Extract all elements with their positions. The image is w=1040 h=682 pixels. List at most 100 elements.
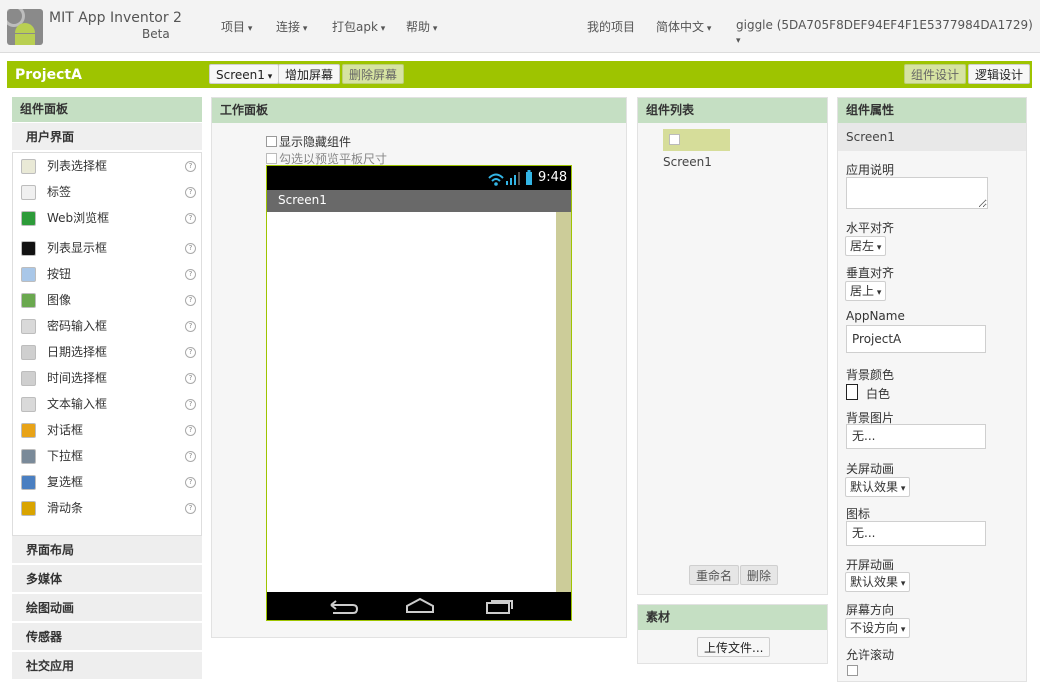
palette-item-label: 下拉框 bbox=[47, 449, 84, 463]
palette-item[interactable]: 列表选择框? bbox=[13, 155, 201, 177]
help-icon[interactable]: ? bbox=[185, 399, 196, 410]
palette-item-label: 密码输入框 bbox=[47, 319, 108, 333]
help-icon[interactable]: ? bbox=[185, 425, 196, 436]
time-picker-icon bbox=[21, 371, 36, 386]
icon-label: 图标 bbox=[846, 507, 871, 521]
my-projects-link[interactable]: 我的项目 bbox=[587, 18, 635, 35]
rename-button[interactable]: 重命名 bbox=[689, 565, 740, 585]
palette-item[interactable]: 按钮? bbox=[13, 263, 201, 285]
close-animation-dropdown[interactable]: 默认效果 bbox=[845, 477, 911, 497]
password-textbox-icon bbox=[21, 319, 36, 334]
help-icon[interactable]: ? bbox=[185, 451, 196, 462]
help-icon[interactable]: ? bbox=[185, 213, 196, 224]
show-hidden-label: 显示隐藏组件 bbox=[279, 135, 352, 149]
align-horizontal-dropdown[interactable]: 居左 bbox=[845, 236, 887, 256]
palette-component-list: 列表选择框? 标签? Web浏览框? 列表显示框? 按钮? 图像? 密码输入框? 日期选择框?… bbox=[12, 152, 202, 536]
help-icon[interactable]: ? bbox=[185, 373, 196, 384]
palette-item[interactable]: 文本输入框? bbox=[13, 393, 201, 415]
checkbox-icon bbox=[21, 475, 36, 490]
palette-item[interactable]: Web浏览框? bbox=[13, 207, 201, 229]
add-screen-button[interactable]: 增加屏幕 bbox=[278, 64, 341, 84]
palette-item-label: 日期选择框 bbox=[47, 345, 108, 359]
app-inventor-logo-icon[interactable] bbox=[7, 9, 43, 45]
palette-item-label: 列表选择框 bbox=[47, 159, 108, 173]
palette-category-media[interactable]: 多媒体 bbox=[12, 565, 202, 593]
help-icon[interactable]: ? bbox=[185, 503, 196, 514]
help-icon[interactable]: ? bbox=[185, 187, 196, 198]
upload-file-button[interactable]: 上传文件... bbox=[697, 637, 771, 657]
menu-project[interactable]: 项目 bbox=[221, 18, 252, 35]
palette-item[interactable]: 复选框? bbox=[13, 471, 201, 493]
media-title: 素材 bbox=[638, 605, 827, 630]
phone-screen-title: Screen1 bbox=[278, 193, 327, 207]
palette-item-label: 滑动条 bbox=[47, 501, 84, 515]
palette-item-label: 标签 bbox=[47, 185, 72, 199]
help-icon[interactable]: ? bbox=[185, 161, 196, 172]
palette-item[interactable]: 对话框? bbox=[13, 419, 201, 441]
component-tree-screen1[interactable]: Screen1 bbox=[663, 129, 730, 169]
screen-orientation-dropdown[interactable]: 不设方向 bbox=[845, 618, 911, 638]
image-icon bbox=[21, 293, 36, 308]
tree-node-icon bbox=[669, 134, 680, 145]
phone-scrollbar[interactable] bbox=[556, 212, 571, 592]
tree-node-label: Screen1 bbox=[663, 155, 712, 169]
designer-button[interactable]: 组件设计 bbox=[904, 64, 967, 84]
palette-item[interactable]: 时间选择框? bbox=[13, 367, 201, 389]
background-color-label: 背景颜色 bbox=[846, 368, 895, 382]
palette-category-sensors[interactable]: 传感器 bbox=[12, 623, 202, 651]
show-hidden-checkbox-row[interactable]: 显示隐藏组件 bbox=[266, 133, 351, 150]
menu-build[interactable]: 打包apk bbox=[332, 18, 385, 35]
slider-icon bbox=[21, 501, 36, 516]
about-textarea[interactable] bbox=[846, 177, 988, 209]
remove-screen-button[interactable]: 删除屏幕 bbox=[342, 64, 405, 84]
button-icon bbox=[21, 267, 36, 282]
palette-item[interactable]: 下拉框? bbox=[13, 445, 201, 467]
palette-item[interactable]: 日期选择框? bbox=[13, 341, 201, 363]
palette-item-label: 复选框 bbox=[47, 475, 84, 489]
menu-help[interactable]: 帮助 bbox=[406, 18, 437, 35]
phone-mock-screen[interactable]: 9:48 Screen1 bbox=[266, 165, 572, 621]
help-icon[interactable]: ? bbox=[185, 347, 196, 358]
help-icon[interactable]: ? bbox=[185, 477, 196, 488]
background-image-picker[interactable]: 无... bbox=[846, 424, 986, 449]
palette-category-social[interactable]: 社交应用 bbox=[12, 652, 202, 680]
web-viewer-icon bbox=[21, 211, 36, 226]
palette-category-user-interface[interactable]: 用户界面 bbox=[12, 123, 202, 151]
tablet-preview-checkbox[interactable] bbox=[266, 153, 277, 164]
user-menu[interactable]: giggle (5DA705F8DEF94EF4F1E5377984DA1729… bbox=[736, 18, 1040, 46]
align-vertical-dropdown[interactable]: 居上 bbox=[845, 281, 887, 301]
palette-item-label: 列表显示框 bbox=[47, 241, 108, 255]
help-icon[interactable]: ? bbox=[185, 269, 196, 280]
help-icon[interactable]: ? bbox=[185, 321, 196, 332]
background-color-value[interactable]: 白色 bbox=[866, 385, 890, 402]
palette-category-layout[interactable]: 界面布局 bbox=[12, 536, 202, 564]
palette-category-drawing[interactable]: 绘图动画 bbox=[12, 594, 202, 622]
menu-connect[interactable]: 连接 bbox=[276, 18, 307, 35]
show-hidden-checkbox[interactable] bbox=[266, 136, 277, 147]
palette-item-label: 按钮 bbox=[47, 267, 72, 281]
spinner-icon bbox=[21, 449, 36, 464]
palette-item[interactable]: 密码输入框? bbox=[13, 315, 201, 337]
language-menu[interactable]: 简体中文 bbox=[656, 18, 711, 35]
screen-orientation-label: 屏幕方向 bbox=[846, 603, 895, 617]
palette-item[interactable]: 滑动条? bbox=[13, 497, 201, 519]
align-horizontal-label: 水平对齐 bbox=[846, 221, 895, 235]
palette-item[interactable]: 图像? bbox=[13, 289, 201, 311]
palette-item-label: Web浏览框 bbox=[47, 211, 110, 225]
appname-input[interactable]: ProjectA bbox=[846, 325, 986, 353]
scrollable-checkbox[interactable] bbox=[847, 665, 858, 676]
palette-item[interactable]: 标签? bbox=[13, 181, 201, 203]
align-vertical-label: 垂直对齐 bbox=[846, 266, 895, 280]
screen-select-dropdown[interactable]: Screen1 bbox=[209, 64, 280, 84]
label-icon bbox=[21, 185, 36, 200]
open-animation-dropdown[interactable]: 默认效果 bbox=[845, 572, 911, 592]
phone-nav-icons bbox=[330, 597, 513, 614]
textbox-icon bbox=[21, 397, 36, 412]
icon-picker[interactable]: 无... bbox=[846, 521, 986, 546]
background-color-swatch[interactable] bbox=[846, 384, 858, 400]
help-icon[interactable]: ? bbox=[185, 243, 196, 254]
blocks-button[interactable]: 逻辑设计 bbox=[968, 64, 1031, 84]
delete-button[interactable]: 删除 bbox=[740, 565, 779, 585]
help-icon[interactable]: ? bbox=[185, 295, 196, 306]
palette-item[interactable]: 列表显示框? bbox=[13, 237, 201, 259]
